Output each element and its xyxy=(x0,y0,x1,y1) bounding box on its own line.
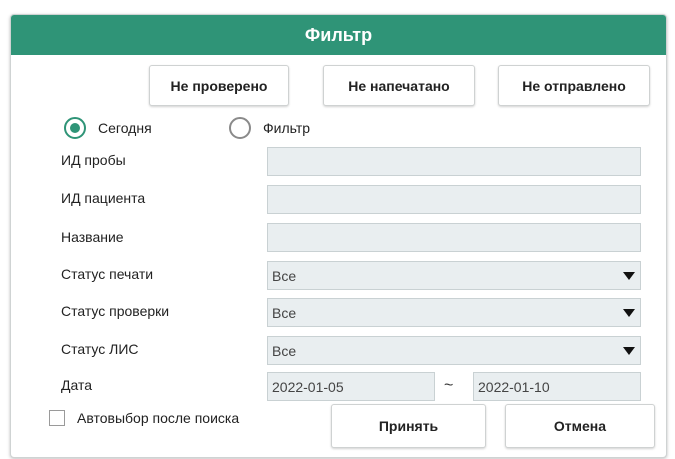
date-label: Дата xyxy=(61,377,93,393)
radio-today-label: Сегодня xyxy=(98,120,152,136)
filter-dialog: Фильтр Не проверено Не напечатано Не отп… xyxy=(10,14,667,458)
radio-filter[interactable]: Фильтр xyxy=(229,116,310,140)
print-status-label: Статус печати xyxy=(61,266,154,282)
lis-status-select[interactable]: Все xyxy=(267,336,641,365)
accept-button[interactable]: Принять xyxy=(331,404,486,448)
date-to-input[interactable]: 2022-01-10 xyxy=(473,372,641,401)
patient-id-label: ИД пациента xyxy=(61,190,146,206)
date-separator: ~ xyxy=(444,377,454,394)
check-status-value: Все xyxy=(272,304,297,321)
lis-status-label: Статус ЛИС xyxy=(61,341,139,357)
sample-id-label: ИД пробы xyxy=(61,152,126,168)
radio-filter-label: Фильтр xyxy=(263,120,311,136)
dropdown-arrow-icon[interactable] xyxy=(623,272,635,280)
radio-checked-icon[interactable] xyxy=(64,117,86,139)
sample-id-input[interactable] xyxy=(267,147,641,176)
not-sent-button[interactable]: Не отправлено xyxy=(498,65,650,106)
check-status-label: Статус проверки xyxy=(61,303,170,319)
name-label: Название xyxy=(61,229,124,245)
autoselect-label: Автовыбор после поиска xyxy=(77,410,240,426)
patient-id-input[interactable] xyxy=(267,185,641,214)
not-checked-button[interactable]: Не проверено xyxy=(149,65,289,106)
autoselect-option[interactable]: Автовыбор после поиска xyxy=(49,410,239,426)
print-status-value: Все xyxy=(272,267,297,284)
name-input[interactable] xyxy=(267,223,641,252)
radio-unchecked-icon[interactable] xyxy=(229,117,251,139)
check-status-select[interactable]: Все xyxy=(267,298,641,327)
not-printed-button[interactable]: Не напечатано xyxy=(323,65,475,106)
dropdown-arrow-icon[interactable] xyxy=(623,309,635,317)
radio-today[interactable]: Сегодня xyxy=(64,116,152,140)
print-status-select[interactable]: Все xyxy=(267,261,641,290)
date-from-input[interactable]: 2022-01-05 xyxy=(267,372,435,401)
dialog-title: Фильтр xyxy=(11,15,666,55)
checkbox-icon[interactable] xyxy=(49,410,65,426)
lis-status-value: Все xyxy=(272,342,297,359)
dropdown-arrow-icon[interactable] xyxy=(623,347,635,355)
cancel-button[interactable]: Отмена xyxy=(505,404,655,448)
